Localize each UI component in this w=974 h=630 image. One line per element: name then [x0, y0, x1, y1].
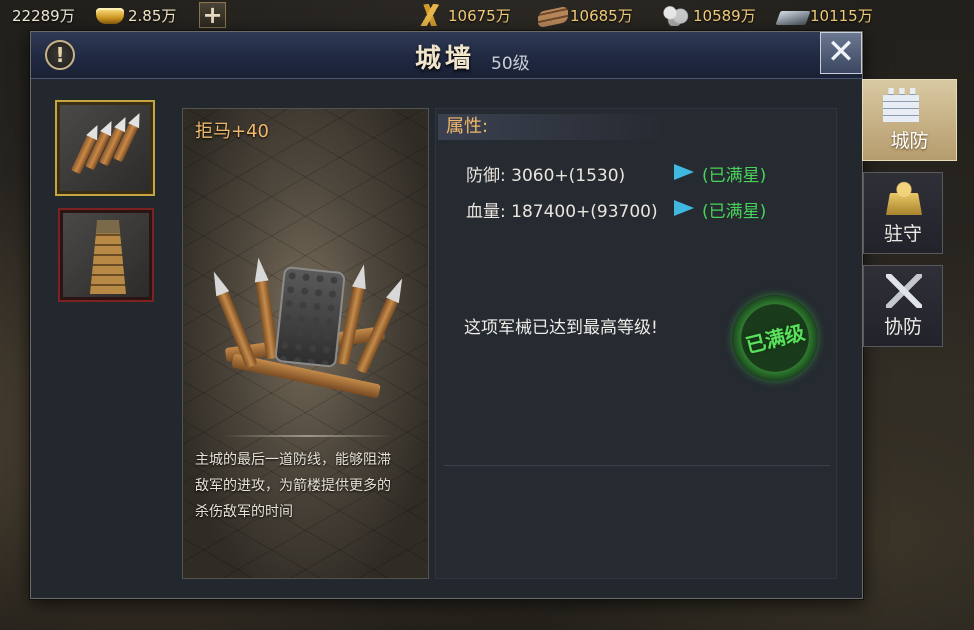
attribute-status: (已满星) — [702, 202, 767, 222]
iron-resource: 10115万 — [775, 3, 873, 27]
city-wall-panel: ! 城墙 50级 ✕ 拒马+40 主城的最后一道防线，能够阻滞 敌军的进攻，为箭… — [30, 31, 863, 599]
arrow-right-icon — [674, 164, 694, 180]
info-icon[interactable]: ! — [45, 40, 75, 70]
level-label: 50级 — [491, 54, 530, 74]
attribute-row-hp: 血量: 187400+(93700) (已满星) — [466, 197, 766, 222]
attributes-heading: 属性: — [438, 114, 666, 140]
tab-assist-defense[interactable]: 协防 — [863, 265, 943, 347]
max-level-seal-icon: 已满级 — [722, 285, 828, 391]
close-button[interactable]: ✕ — [820, 32, 862, 74]
description-line: 杀伤敌军的时间 — [195, 504, 293, 520]
item-slot-barricade[interactable] — [55, 100, 155, 196]
equipment-card: 拒马+40 主城的最后一道防线，能够阻滞 敌军的进攻，为箭楼提供更多的 杀伤敌军… — [182, 108, 429, 579]
silver-value: 22289万 — [12, 6, 75, 25]
equipment-description: 主城的最后一道防线，能够阻滞 敌军的进攻，为箭楼提供更多的 杀伤敌军的时间 — [195, 447, 423, 525]
wood-resource: 10685万 — [538, 3, 633, 29]
resource-bar: 22289万 2.85万 + 10675万 10685万 10589万 1011… — [0, 0, 974, 30]
attributes-divider — [444, 465, 830, 466]
swords-icon — [886, 274, 922, 308]
arrow-tower-icon — [90, 220, 126, 294]
barricade-illustration — [216, 249, 399, 399]
food-resource: 10675万 — [416, 3, 511, 27]
gold-value: 2.85万 — [128, 6, 177, 25]
wood-value: 10685万 — [570, 6, 633, 25]
attribute-value: 3060+(1530) — [511, 166, 626, 186]
iron-value: 10115万 — [810, 6, 873, 25]
page-title: 城墙 — [415, 44, 476, 74]
attribute-label: 血量: — [466, 202, 506, 222]
max-level-seal-text: 已满级 — [743, 320, 808, 358]
max-level-message: 这项军械已达到最高等级! — [464, 318, 658, 338]
item-slot-arrow-tower[interactable] — [58, 208, 154, 302]
attributes-panel: 属性: 防御: 3060+(1530) (已满星) 血量: 187400+(93… — [435, 108, 837, 579]
equipment-title: 拒马+40 — [195, 121, 269, 142]
description-divider — [223, 435, 393, 437]
attribute-status: (已满星) — [702, 166, 767, 186]
food-value: 10675万 — [448, 6, 511, 25]
tab-city-defense[interactable]: 城防 — [862, 79, 957, 161]
tab-label: 驻守 — [883, 223, 922, 245]
attribute-row-defense: 防御: 3060+(1530) (已满星) — [466, 161, 766, 186]
wheat-icon — [416, 4, 446, 26]
description-line: 敌军的进攻，为箭楼提供更多的 — [195, 478, 391, 494]
gold-resource: 2.85万 — [96, 3, 176, 27]
stone-icon — [661, 4, 691, 26]
tab-label: 协防 — [883, 316, 922, 338]
stone-value: 10589万 — [693, 6, 756, 25]
wood-icon — [538, 5, 568, 29]
wall-icon — [883, 88, 919, 122]
iron-icon — [775, 10, 811, 25]
barricade-icon — [71, 120, 141, 180]
soldier-icon — [886, 181, 922, 215]
tab-label: 城防 — [890, 130, 929, 152]
panel-header: ! 城墙 50级 ✕ — [31, 32, 862, 79]
stone-resource: 10589万 — [661, 3, 756, 27]
arrow-right-icon — [674, 200, 694, 216]
tab-garrison[interactable]: 驻守 — [863, 172, 943, 254]
add-gold-button[interactable]: + — [199, 2, 226, 28]
attribute-label: 防御: — [466, 166, 506, 186]
description-line: 主城的最后一道防线，能够阻滞 — [195, 452, 391, 468]
attribute-value: 187400+(93700) — [511, 202, 658, 222]
silver-resource: 22289万 — [12, 3, 75, 27]
gold-ingot-icon — [96, 4, 126, 26]
